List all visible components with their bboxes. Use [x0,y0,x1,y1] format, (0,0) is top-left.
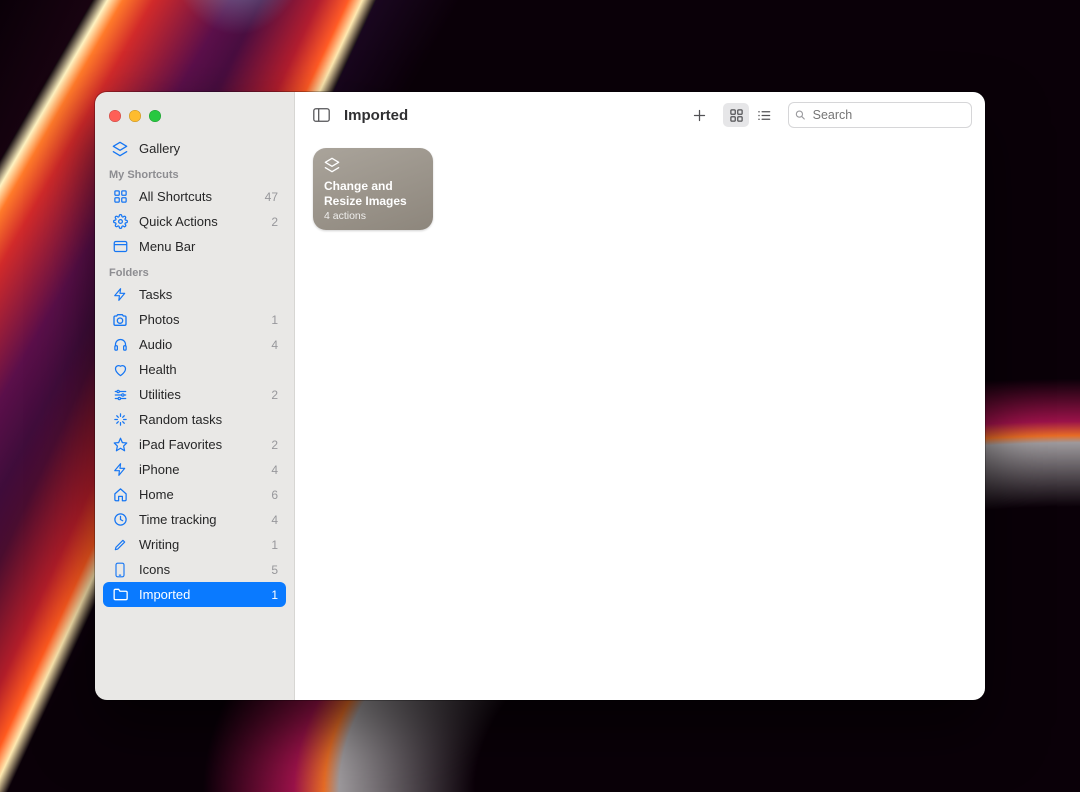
sidebar-item-label: Health [139,362,268,377]
sidebar-item-random-tasks[interactable]: Random tasks [103,407,286,432]
grid-view-button[interactable] [723,103,749,127]
close-button[interactable] [109,110,121,122]
toggle-sidebar-button[interactable] [308,103,334,127]
folder-icon [111,586,129,604]
sidebar-item-icons[interactable]: Icons 5 [103,557,286,582]
search-field[interactable] [788,102,972,128]
sidebar-item-label: Time tracking [139,512,261,527]
layers-icon [324,157,423,175]
shortcuts-grid: Change and Resize Images 4 actions [295,138,985,700]
add-button[interactable] [686,103,712,127]
sidebar-item-count: 1 [271,538,278,552]
sidebar-item-count: 2 [271,438,278,452]
sidebar-item-label: iPad Favorites [139,437,261,452]
layers-icon [111,140,129,158]
sidebar-section-header: Folders [95,259,294,282]
gear-icon [111,213,129,231]
sidebar-item-label: Icons [139,562,261,577]
sidebar-item-health[interactable]: Health [103,357,286,382]
bolt-icon [111,461,129,479]
sparkle-icon [111,411,129,429]
sidebar-item-count: 4 [271,338,278,352]
toolbar: Imported [295,92,985,138]
home-icon [111,486,129,504]
search-icon [795,109,806,121]
sidebar-item-label: Utilities [139,387,261,402]
content: Imported Change and Resize Images 4 actio… [295,92,985,700]
pencil-icon [111,536,129,554]
sidebar-item-ipad-favorites[interactable]: iPad Favorites 2 [103,432,286,457]
shortcut-subtitle: 4 actions [324,210,423,222]
camera-icon [111,311,129,329]
list-view-button[interactable] [751,103,777,127]
sliders-icon [111,386,129,404]
sidebar-item-count: 4 [271,513,278,527]
sidebar-item-menu-bar[interactable]: Menu Bar [103,234,286,259]
clock-icon [111,511,129,529]
sidebar-item-count: 4 [271,463,278,477]
sidebar-section-header: My Shortcuts [95,161,294,184]
sidebar-item-label: Gallery [139,141,278,156]
sidebar-item-label: iPhone [139,462,261,477]
sidebar-item-count: 2 [271,215,278,229]
sidebar-item-label: Tasks [139,287,268,302]
bolt-icon [111,286,129,304]
heart-icon [111,361,129,379]
view-mode-group [722,103,778,127]
sidebar: Gallery My Shortcuts All Shortcuts 47 Quick… [95,92,295,700]
shortcut-card[interactable]: Change and Resize Images 4 actions [313,148,433,230]
sidebar-item-imported[interactable]: Imported 1 [103,582,286,607]
sidebar-item-tasks[interactable]: Tasks [103,282,286,307]
sidebar-item-time-tracking[interactable]: Time tracking 4 [103,507,286,532]
sidebar-item-home[interactable]: Home 6 [103,482,286,507]
sidebar-item-all-shortcuts[interactable]: All Shortcuts 47 [103,184,286,209]
sidebar-item-writing[interactable]: Writing 1 [103,532,286,557]
grid-icon [111,188,129,206]
star-icon [111,436,129,454]
sidebar-item-quick-actions[interactable]: Quick Actions 2 [103,209,286,234]
menubar-icon [111,238,129,256]
zoom-button[interactable] [149,110,161,122]
search-input[interactable] [811,107,965,123]
sidebar-item-label: Quick Actions [139,214,261,229]
minimize-button[interactable] [129,110,141,122]
phone-icon [111,561,129,579]
sidebar-item-count: 5 [271,563,278,577]
sidebar-item-label: Writing [139,537,261,552]
sidebar-item-label: All Shortcuts [139,189,255,204]
sidebar-item-count: 1 [271,313,278,327]
shortcuts-window: Gallery My Shortcuts All Shortcuts 47 Quick… [95,92,985,700]
shortcut-title: Change and Resize Images [324,179,423,208]
sidebar-item-photos[interactable]: Photos 1 [103,307,286,332]
page-title: Imported [344,107,408,124]
sidebar-item-count: 6 [271,488,278,502]
sidebar-item-iphone[interactable]: iPhone 4 [103,457,286,482]
sidebar-item-audio[interactable]: Audio 4 [103,332,286,357]
sidebar-item-count: 1 [271,588,278,602]
sidebar-item-count: 47 [265,190,278,204]
traffic-lights [95,100,294,136]
sidebar-item-label: Audio [139,337,261,352]
sidebar-item-utilities[interactable]: Utilities 2 [103,382,286,407]
sidebar-item-label: Home [139,487,261,502]
sidebar-item-label: Random tasks [139,412,268,427]
sidebar-item-gallery[interactable]: Gallery [103,136,286,161]
sidebar-item-label: Menu Bar [139,239,268,254]
sidebar-item-label: Imported [139,587,261,602]
headphones-icon [111,336,129,354]
sidebar-item-label: Photos [139,312,261,327]
sidebar-item-count: 2 [271,388,278,402]
